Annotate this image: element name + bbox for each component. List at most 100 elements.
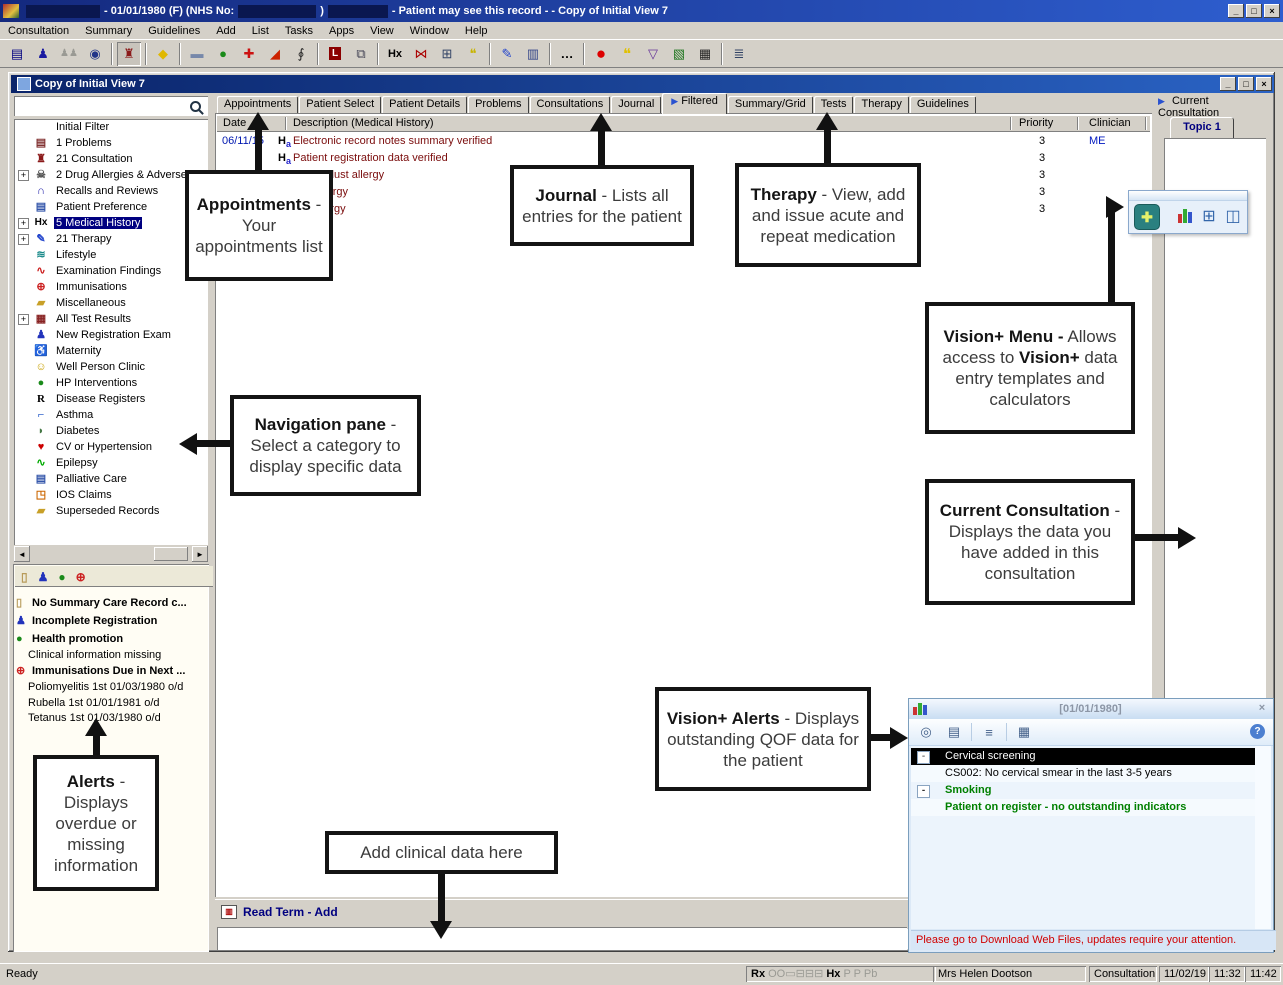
tab-problems[interactable]: Problems <box>468 96 528 114</box>
immunisation-icon[interactable]: ⊕ <box>76 570 86 584</box>
sidebar-item-new-registration[interactable]: ♟New Registration Exam <box>14 327 208 343</box>
patient-group-icon[interactable]: ♟♟ <box>57 42 81 66</box>
read-term-input[interactable] <box>219 929 913 949</box>
new-consultation-icon[interactable]: ▤ <box>5 42 29 66</box>
alert-clinical-info-missing[interactable]: Clinical information missing <box>16 647 161 663</box>
app-minimize-button[interactable]: _ <box>1228 4 1244 18</box>
search-button[interactable] <box>186 98 205 114</box>
menu-window[interactable]: Window <box>402 24 457 38</box>
screen-report-icon[interactable]: ⊞ <box>435 42 459 66</box>
expand-icon[interactable]: + <box>18 170 29 181</box>
journal-row[interactable]: 06/11/15 Ha Electronic record notes summ… <box>217 133 1150 150</box>
chart-edit-icon[interactable]: ▧ <box>667 42 691 66</box>
consultation-chair-icon[interactable]: ♜ <box>117 42 141 66</box>
registration-icon[interactable]: ♟ <box>38 570 49 584</box>
tree-horizontal-scrollbar[interactable]: ◄ ► <box>14 546 208 562</box>
sidebar-item-drug-allergies[interactable]: +☠2 Drug Allergies & Adverse Reac <box>14 167 208 183</box>
record-icon[interactable]: ● <box>589 42 613 66</box>
app-restore-button[interactable]: □ <box>1246 4 1262 18</box>
preview-icon[interactable]: ◎ <box>915 722 937 742</box>
prescription-pen-icon[interactable]: ✎ <box>495 42 519 66</box>
sidebar-item-all-test-results[interactable]: +▦All Test Results <box>14 311 208 327</box>
tab-patient-select[interactable]: Patient Select <box>299 96 381 114</box>
visionplus-launch-icon[interactable]: ✚ <box>1134 204 1160 230</box>
visionplus-contacts-icon[interactable]: ◫ <box>1221 204 1245 228</box>
stethoscope-icon[interactable]: ∮ <box>289 42 313 66</box>
scroll-right-icon[interactable]: ► <box>192 546 208 562</box>
yellow-note-icon[interactable]: ❝ <box>615 42 639 66</box>
sidebar-item-patient-preference[interactable]: ▤Patient Preference <box>14 199 208 215</box>
reminders-icon[interactable]: ◆ <box>151 42 175 66</box>
column-description[interactable]: Description (Medical History) <box>293 116 434 131</box>
sidebar-item-ios-claims[interactable]: ◳IOS Claims <box>14 487 208 503</box>
template-icon[interactable]: ▦ <box>1013 722 1035 742</box>
tab-journal[interactable]: Journal <box>611 96 661 114</box>
report-icon[interactable]: ≡ <box>978 722 1000 742</box>
sidebar-item-problems[interactable]: ▤1 Problems <box>14 135 208 151</box>
visionplus-chart-icon[interactable] <box>1173 204 1197 228</box>
menu-help[interactable]: Help <box>457 24 496 38</box>
filter-icon[interactable]: ▽ <box>641 42 665 66</box>
tab-topic-1[interactable]: Topic 1 <box>1170 117 1234 138</box>
collapse-icon[interactable]: - <box>917 751 930 764</box>
sidebar-item-miscellaneous[interactable]: ▰Miscellaneous <box>14 295 208 311</box>
guidelines-copy-icon[interactable]: ⧉ <box>349 42 373 66</box>
sidebar-item-epilepsy[interactable]: ∿Epilepsy <box>14 455 208 471</box>
notes-icon[interactable]: ▥ <box>521 42 545 66</box>
sidebar-item-therapy[interactable]: +✎21 Therapy <box>14 231 208 247</box>
sidebar-item-consultation[interactable]: ♜21 Consultation <box>14 151 208 167</box>
menu-tasks[interactable]: Tasks <box>277 24 321 38</box>
alert-health-promotion[interactable]: ●Health promotion <box>16 631 123 647</box>
menu-list[interactable]: List <box>244 24 277 38</box>
tab-patient-details[interactable]: Patient Details <box>382 96 467 114</box>
expand-icon[interactable]: + <box>18 234 29 245</box>
menu-view[interactable]: View <box>362 24 402 38</box>
column-date[interactable]: Date <box>223 116 246 131</box>
blood-pressure-icon[interactable]: ◢ <box>263 42 287 66</box>
sidebar-item-immunisations[interactable]: ⊕Immunisations <box>14 279 208 295</box>
menu-guidelines[interactable]: Guidelines <box>140 24 208 38</box>
search-input[interactable] <box>16 98 182 114</box>
menu-summary[interactable]: Summary <box>77 24 140 38</box>
expand-icon[interactable]: + <box>18 314 29 325</box>
tab-therapy[interactable]: Therapy <box>854 96 908 114</box>
sidebar-item-hp-interventions[interactable]: ●HP Interventions <box>14 375 208 391</box>
child-minimize-button[interactable]: _ <box>1220 77 1236 91</box>
summary-record-icon[interactable]: ▯ <box>21 570 28 584</box>
help-icon[interactable]: ? <box>1250 724 1265 739</box>
menu-add[interactable]: Add <box>208 24 244 38</box>
qof-row-smoking[interactable]: - Smoking <box>911 782 1255 799</box>
sidebar-item-well-person[interactable]: ☺Well Person Clinic <box>14 359 208 375</box>
visionplus-calculator-icon[interactable]: ⊞ <box>1197 204 1221 228</box>
app-close-button[interactable]: × <box>1264 4 1280 18</box>
print-icon[interactable]: ▤ <box>943 722 965 742</box>
scrollbar-thumb[interactable] <box>154 547 188 561</box>
alert-rubella[interactable]: Rubella 1st 01/01/1981 o/d <box>16 695 160 711</box>
column-clinician[interactable]: Clinician <box>1089 116 1131 131</box>
more-tools-icon[interactable]: … <box>555 42 579 66</box>
sidebar-item-examination-findings[interactable]: ∿Examination Findings <box>14 263 208 279</box>
medical-history-icon[interactable]: Hx <box>383 42 407 66</box>
sidebar-item-maternity[interactable]: ♿Maternity <box>14 343 208 359</box>
column-priority[interactable]: Priority <box>1019 116 1053 131</box>
qof-row-cervical-screening[interactable]: - Cervical screening <box>911 748 1255 765</box>
comment-balloon-icon[interactable]: ❝ <box>461 42 485 66</box>
health-promotion-icon[interactable]: ● <box>211 42 235 66</box>
alert-incomplete-registration[interactable]: ♟Incomplete Registration <box>16 613 157 629</box>
download-web-files-message[interactable]: Please go to Download Web Files, updates… <box>911 930 1276 950</box>
immunisation-icon[interactable]: ✚ <box>237 42 261 66</box>
select-patient-icon[interactable]: ♟ <box>31 42 55 66</box>
child-restore-button[interactable]: □ <box>1238 77 1254 91</box>
sidebar-item-medical-history[interactable]: +Hx5 Medical History <box>14 215 208 231</box>
scroll-left-icon[interactable]: ◄ <box>14 546 30 562</box>
tab-guidelines[interactable]: Guidelines <box>910 96 976 114</box>
qof-row-on-register[interactable]: Patient on register - no outstanding ind… <box>911 799 1255 816</box>
eraser-icon[interactable]: ▬ <box>185 42 209 66</box>
health-promotion-icon[interactable]: ● <box>58 570 65 584</box>
sidebar-item-disease-registers[interactable]: RDisease Registers <box>14 391 208 407</box>
sidebar-item-asthma[interactable]: ⌐Asthma <box>14 407 208 423</box>
find-patient-icon[interactable]: ◉ <box>83 42 107 66</box>
referral-icon[interactable]: ⋈ <box>409 42 433 66</box>
tab-filtered[interactable]: ▶Filtered <box>662 93 727 114</box>
sidebar-item-lifestyle[interactable]: ≋Lifestyle <box>14 247 208 263</box>
